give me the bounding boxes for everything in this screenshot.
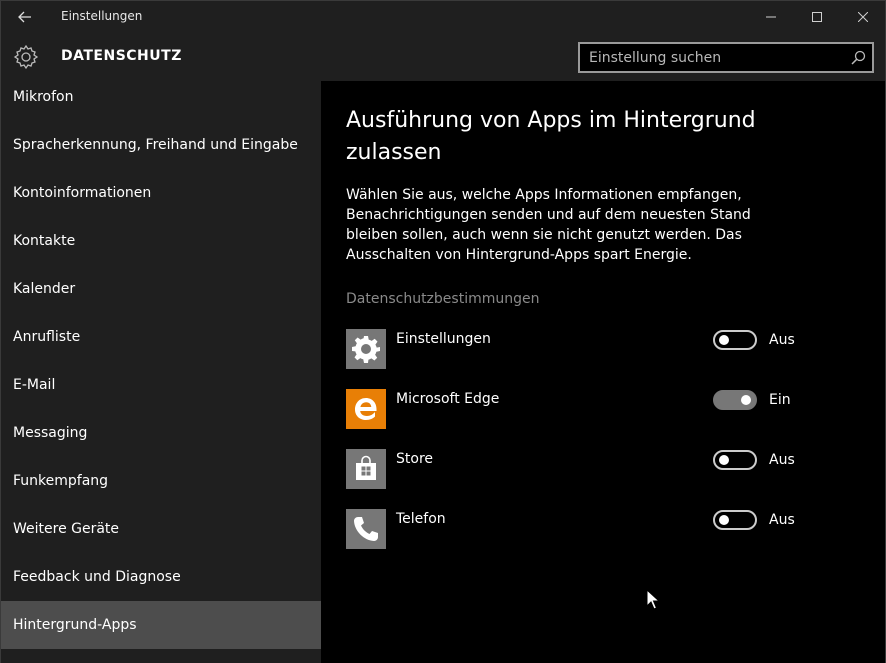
sidebar-item-kontoinformationen[interactable]: Kontoinformationen — [1, 169, 321, 217]
toggle-knob — [719, 515, 729, 525]
toggle-knob — [719, 455, 729, 465]
main-content: Ausführung von Apps im Hintergrund zulas… — [321, 81, 885, 663]
window-title: Einstellungen — [61, 9, 143, 23]
back-arrow-icon — [18, 11, 31, 23]
sidebar-nav: Mikrofon Spracherkennung, Freihand und E… — [1, 81, 321, 663]
sidebar-item-mikrofon[interactable]: Mikrofon — [1, 81, 321, 121]
section-description: Wählen Sie aus, welche Apps Informatione… — [346, 187, 751, 263]
toggle-telefon[interactable] — [713, 510, 757, 530]
app-row-telefon: Telefon Aus — [346, 509, 866, 549]
close-button[interactable] — [840, 1, 886, 33]
sidebar-item-email[interactable]: E-Mail — [1, 361, 321, 409]
back-button[interactable] — [11, 5, 39, 29]
search-icon[interactable] — [851, 50, 866, 65]
toggle-state-label: Ein — [769, 392, 791, 408]
maximize-button[interactable] — [794, 1, 840, 33]
sidebar-item-kontakte[interactable]: Kontakte — [1, 217, 321, 265]
sidebar-item-anrufliste[interactable]: Anrufliste — [1, 313, 321, 361]
gear-icon — [13, 44, 39, 70]
toggle-knob — [741, 395, 751, 405]
toggle-einstellungen[interactable] — [713, 330, 757, 350]
sidebar-item-feedback[interactable]: Feedback und Diagnose — [1, 553, 321, 601]
toggle-store[interactable] — [713, 450, 757, 470]
toggle-microsoft-edge[interactable] — [713, 390, 757, 410]
app-name: Einstellungen — [396, 331, 491, 347]
toggle-state-label: Aus — [769, 332, 795, 348]
page-title: DATENSCHUTZ — [61, 48, 182, 64]
search-box[interactable] — [578, 42, 874, 73]
toggle-knob — [719, 335, 729, 345]
app-row-einstellungen: Einstellungen Aus — [346, 329, 866, 369]
settings-window: Einstellungen DATENSCHUTZ Mikrofon — [0, 0, 886, 663]
sidebar-item-funkempfang[interactable]: Funkempfang — [1, 457, 321, 505]
app-name: Telefon — [396, 511, 446, 527]
phone-icon — [346, 509, 386, 549]
app-name: Microsoft Edge — [396, 391, 500, 407]
toggle-state-label: Aus — [769, 512, 795, 528]
sidebar-item-kalender[interactable]: Kalender — [1, 265, 321, 313]
sidebar-item-messaging[interactable]: Messaging — [1, 409, 321, 457]
close-icon — [858, 12, 868, 22]
section-heading: Ausführung von Apps im Hintergrund zulas… — [346, 108, 756, 165]
page-header: DATENSCHUTZ — [1, 33, 885, 81]
app-row-store: Store Aus — [346, 449, 866, 489]
app-name: Store — [396, 451, 434, 467]
minimize-button[interactable] — [748, 1, 794, 33]
sidebar-item-weitere-geraete[interactable]: Weitere Geräte — [1, 505, 321, 553]
search-input[interactable] — [580, 44, 842, 71]
gear-icon — [346, 329, 386, 369]
edge-icon — [346, 389, 386, 429]
maximize-icon — [812, 12, 822, 22]
store-icon — [346, 449, 386, 489]
title-bar: Einstellungen — [1, 1, 885, 33]
app-row-microsoft-edge: Microsoft Edge Ein — [346, 389, 866, 429]
privacy-link-label[interactable]: Datenschutzbestimmungen — [346, 291, 539, 307]
sidebar-item-hintergrund-apps[interactable]: Hintergrund-Apps — [1, 601, 321, 649]
sidebar-item-spracherkennung[interactable]: Spracherkennung, Freihand und Eingabe — [1, 121, 321, 169]
mouse-cursor-icon — [646, 589, 660, 610]
minimize-icon — [766, 16, 776, 18]
toggle-state-label: Aus — [769, 452, 795, 468]
